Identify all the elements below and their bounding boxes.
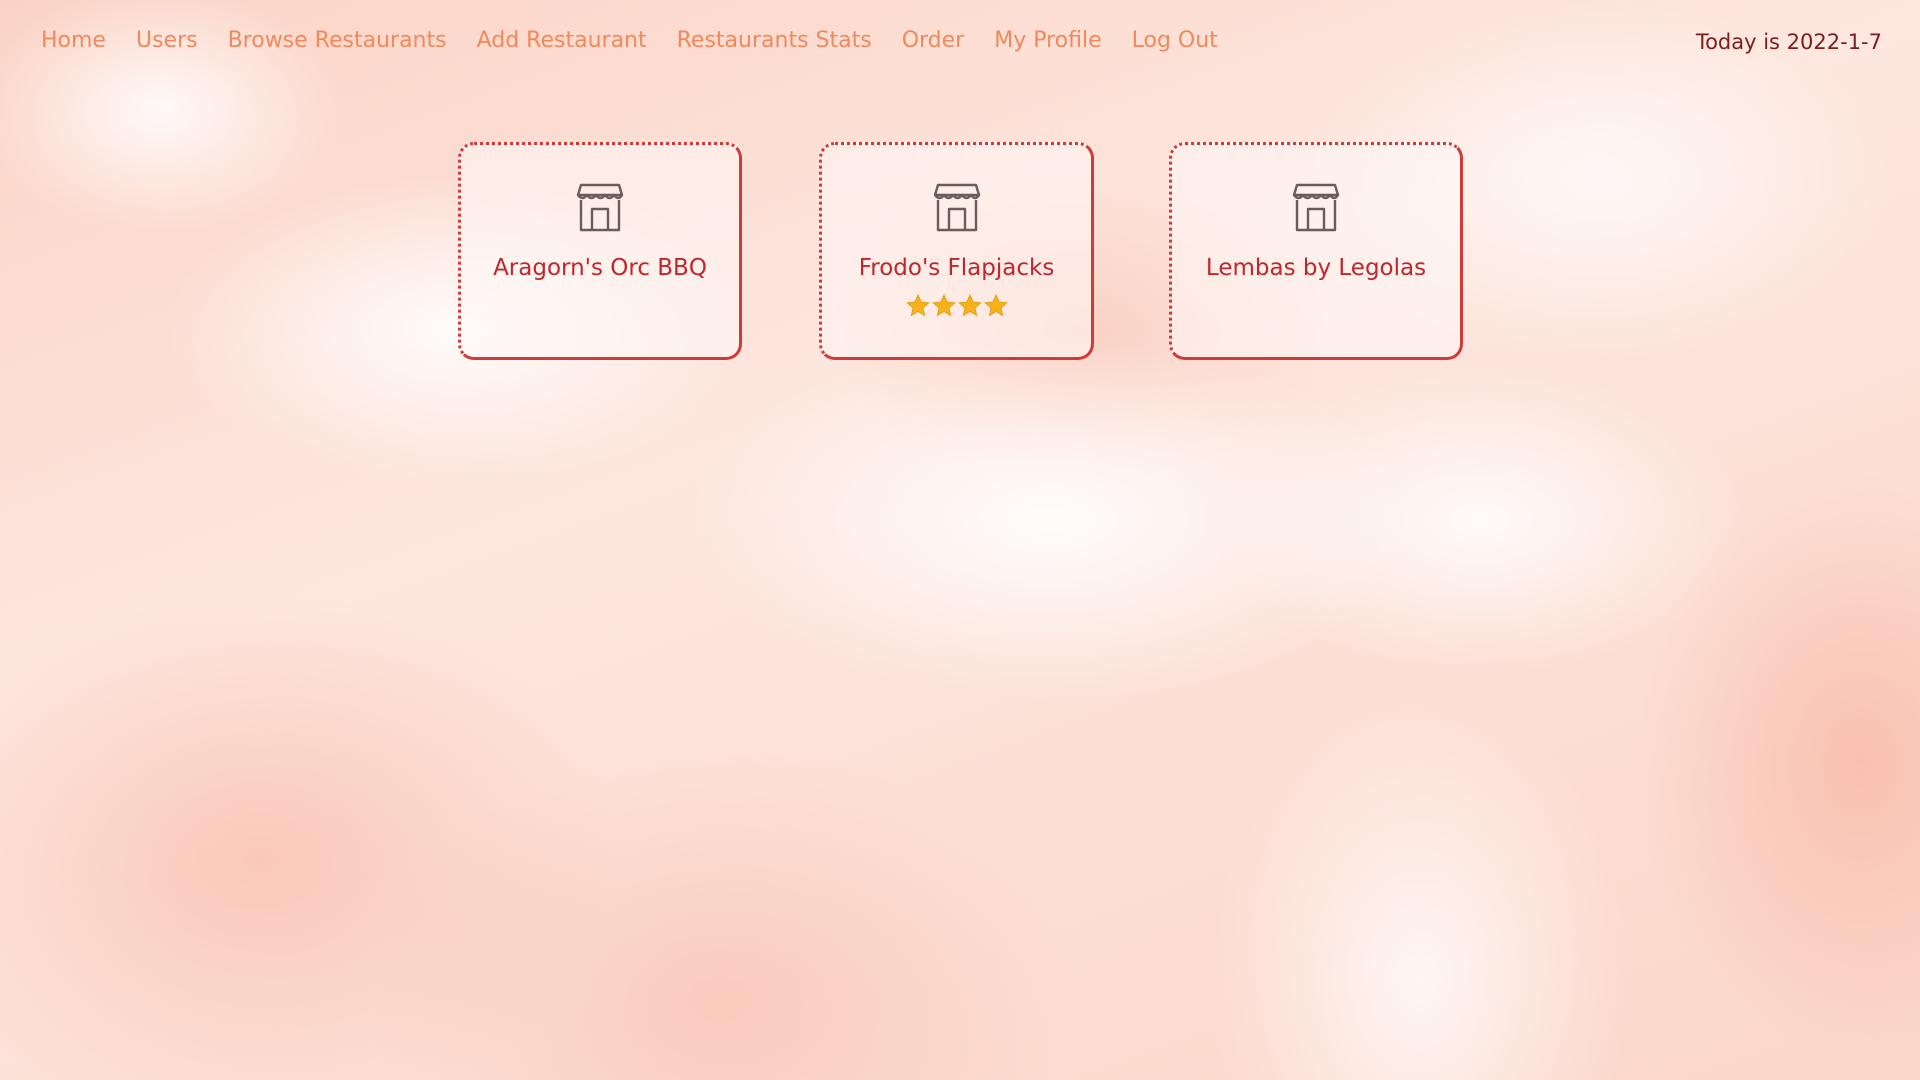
store-icon	[1292, 183, 1340, 232]
nav-link-restaurants-stats[interactable]: Restaurants Stats	[662, 28, 887, 53]
star-icon	[931, 293, 956, 317]
nav-link-order[interactable]: Order	[887, 28, 980, 53]
top-nav: Home Users Browse Restaurants Add Restau…	[0, 0, 1920, 90]
nav-link-add-restaurant[interactable]: Add Restaurant	[462, 28, 662, 53]
nav-link-browse-restaurants[interactable]: Browse Restaurants	[213, 28, 462, 53]
store-icon	[933, 183, 980, 232]
store-icon	[576, 183, 624, 232]
restaurant-name: Lembas by Legolas	[1205, 255, 1427, 281]
restaurant-card-lembas-by-legolas[interactable]: Lembas by Legolas	[1169, 142, 1463, 360]
star-icon	[905, 293, 930, 317]
restaurant-card-frodos-flapjacks[interactable]: Frodo's Flapjacks	[819, 142, 1094, 360]
restaurant-name: Aragorn's Orc BBQ	[493, 255, 707, 281]
restaurant-name: Frodo's Flapjacks	[858, 255, 1055, 281]
star-rating	[822, 293, 1091, 319]
today-date: Today is 2022-1-7	[1695, 30, 1882, 54]
nav-link-log-out[interactable]: Log Out	[1117, 28, 1233, 53]
star-icon	[983, 293, 1008, 317]
nav-links: Home Users Browse Restaurants Add Restau…	[26, 28, 1233, 53]
nav-link-users[interactable]: Users	[121, 28, 213, 53]
restaurant-card-aragorns-orc-bbq[interactable]: Aragorn's Orc BBQ	[458, 142, 742, 360]
restaurant-cards: Aragorn's Orc BBQ Frodo's Flapjacks Lemb…	[0, 142, 1920, 362]
nav-link-my-profile[interactable]: My Profile	[979, 28, 1116, 53]
star-icon	[957, 293, 982, 317]
nav-link-home[interactable]: Home	[26, 28, 121, 53]
